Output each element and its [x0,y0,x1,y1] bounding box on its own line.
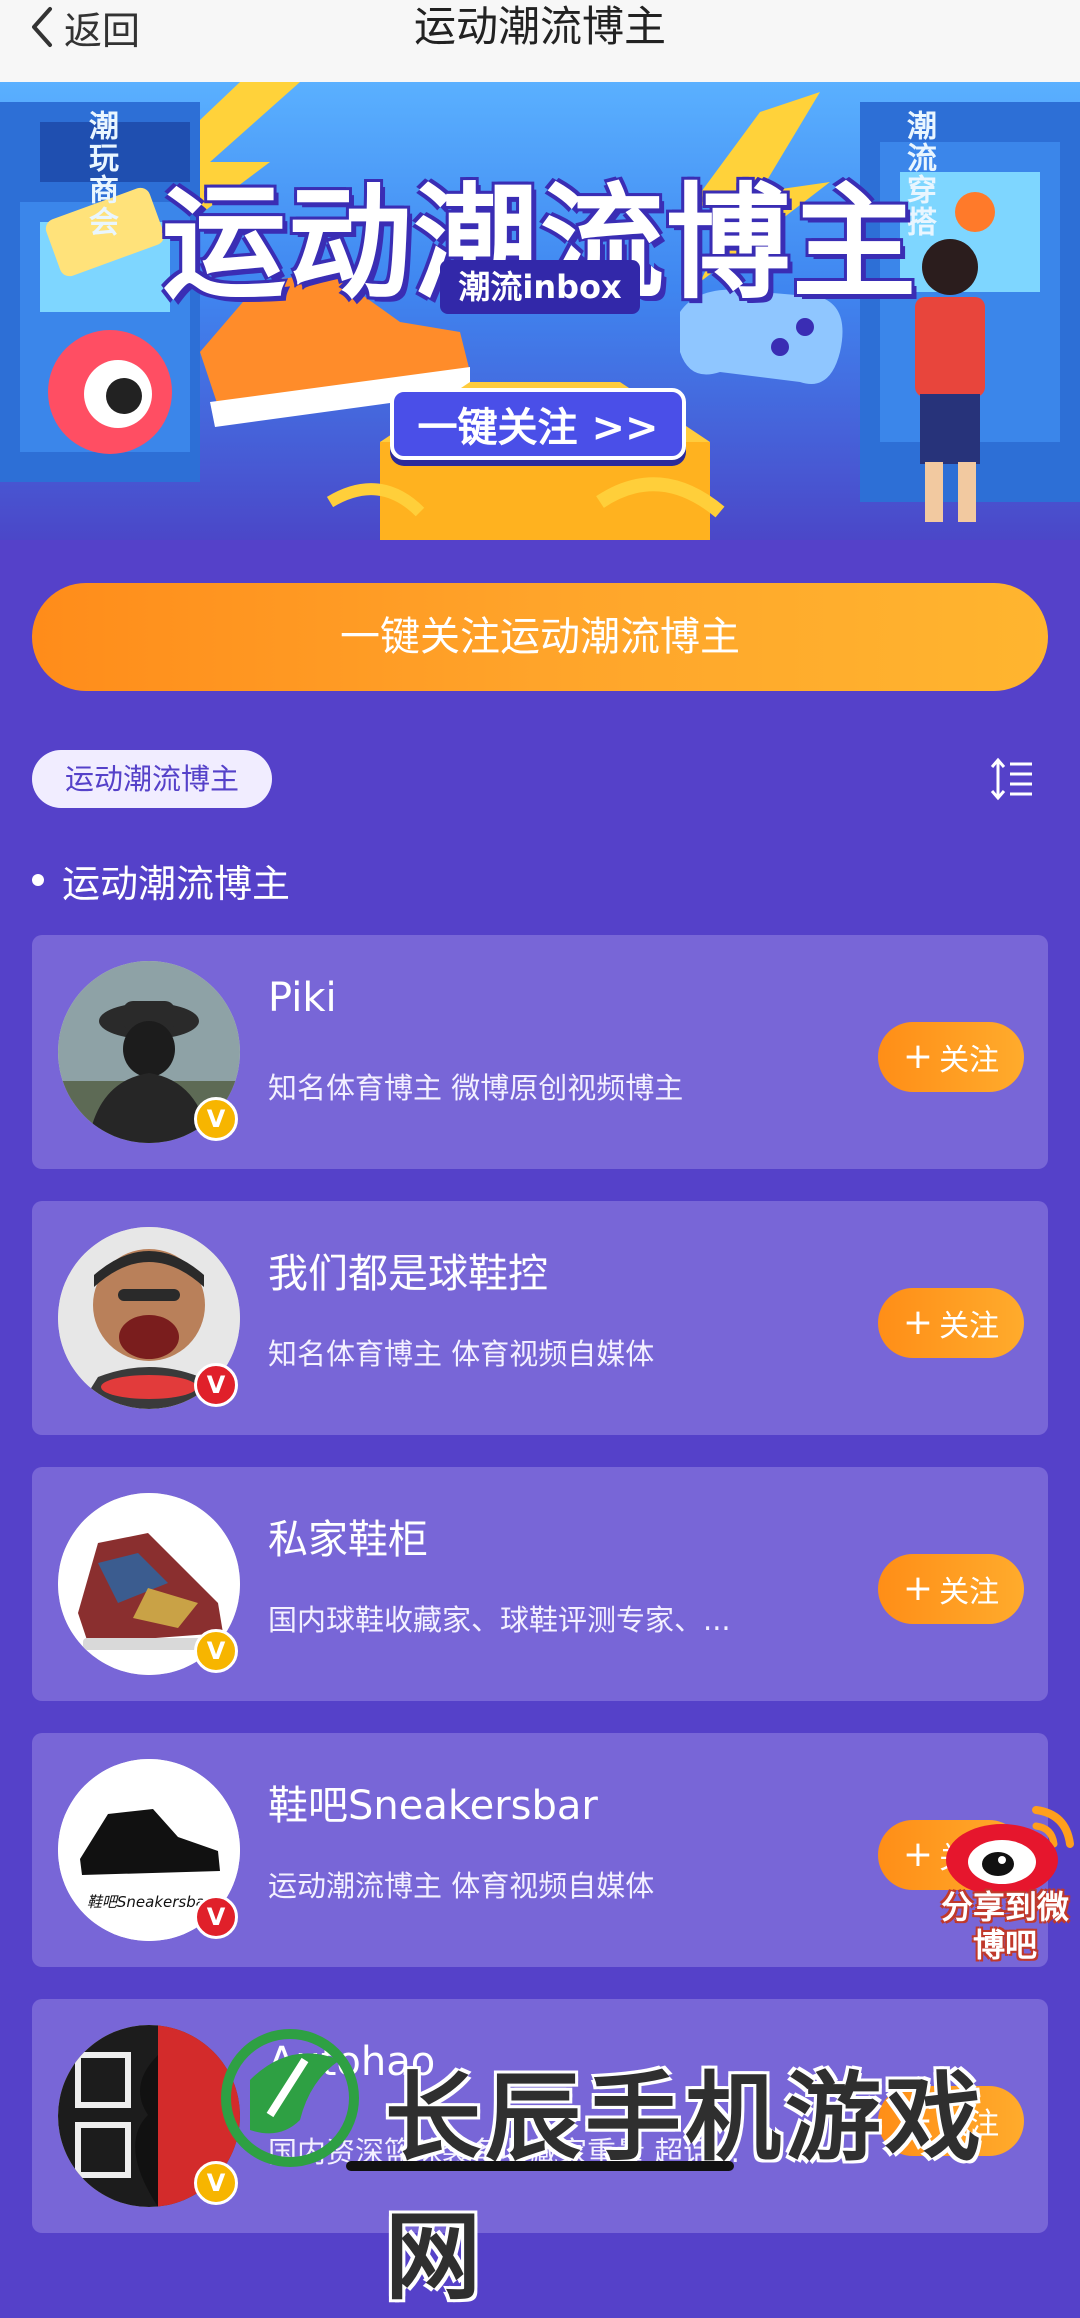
user-description: 运动潮流博主 体育视频自媒体 [268,1869,655,1903]
section-header: 运动潮流博主 [32,852,290,908]
user-name[interactable]: 鞋吧Sneakersbar [268,1773,598,1831]
user-card[interactable]: V Piki 知名体育博主 微博原创视频博主 + 关注 [32,935,1048,1169]
user-description: 知名体育博主 体育视频自媒体 [268,1337,655,1371]
user-description: 国内球鞋收藏家、球鞋评测专家、... [268,1603,731,1637]
user-card[interactable]: V 私家鞋柜 国内球鞋收藏家、球鞋评测专家、... + 关注 [32,1467,1048,1701]
category-chip[interactable]: 运动潮流博主 [32,750,272,808]
promo-banner[interactable]: 潮玩商会 潮流穿搭 运动潮流博主 潮流inbox 一键关注 >> [0,82,1080,540]
page-title: 运动潮流博主 [413,2,666,51]
user-description: 知名体育博主 微博原创视频博主 [268,1071,684,1105]
user-name[interactable]: 私家鞋柜 [268,1507,428,1565]
user-name[interactable]: 我们都是球鞋控 [268,1241,548,1299]
follow-button[interactable]: + 关注 [878,1022,1024,1092]
plus-icon: + [902,1568,934,1609]
sort-icon[interactable] [988,756,1036,802]
follow-label: 关注 [939,1575,1000,1610]
verified-badge: V [194,1895,238,1939]
watermark-logo-icon [221,2029,359,2167]
plus-icon: + [902,1036,934,1077]
banner-subtitle: 潮流inbox [440,260,640,314]
verified-badge: V [194,1629,238,1673]
home-indicator[interactable] [346,2161,734,2171]
follow-label: 关注 [939,1309,1000,1344]
bullet-dot [32,874,44,886]
section-title: 运动潮流博主 [62,861,291,906]
follow-all-button[interactable]: 一键关注运动潮流博主 [32,583,1048,691]
user-card[interactable]: 鞋吧Sneakersbar V 鞋吧Sneakersbar 运动潮流博主 体育视… [32,1733,1048,1967]
weibo-logo-icon [946,1806,1074,1896]
follow-label: 关注 [939,1043,1000,1078]
share-to-weibo-button[interactable]: 分享到微博吧 [940,1800,1080,1990]
follow-button[interactable]: + 关注 [878,1554,1024,1624]
share-label: 分享到微博吧 [940,1888,1069,1964]
user-card[interactable]: V 我们都是球鞋控 知名体育博主 体育视频自媒体 + 关注 [32,1201,1048,1435]
plus-icon: + [902,1302,934,1343]
avatar-logo-text: 鞋吧Sneakersbar [87,1893,212,1911]
user-name[interactable]: Piki [268,975,337,1021]
verified-badge: V [194,1097,238,1141]
watermark-text: 长辰手机游戏网 [385,2062,985,2313]
verified-badge: V [194,1363,238,1407]
follow-button[interactable]: + 关注 [878,1288,1024,1358]
plus-icon: + [902,1834,934,1875]
top-nav-bar: 返回 运动潮流博主 [0,0,1080,83]
banner-follow-button[interactable]: 一键关注 >> [390,388,686,460]
